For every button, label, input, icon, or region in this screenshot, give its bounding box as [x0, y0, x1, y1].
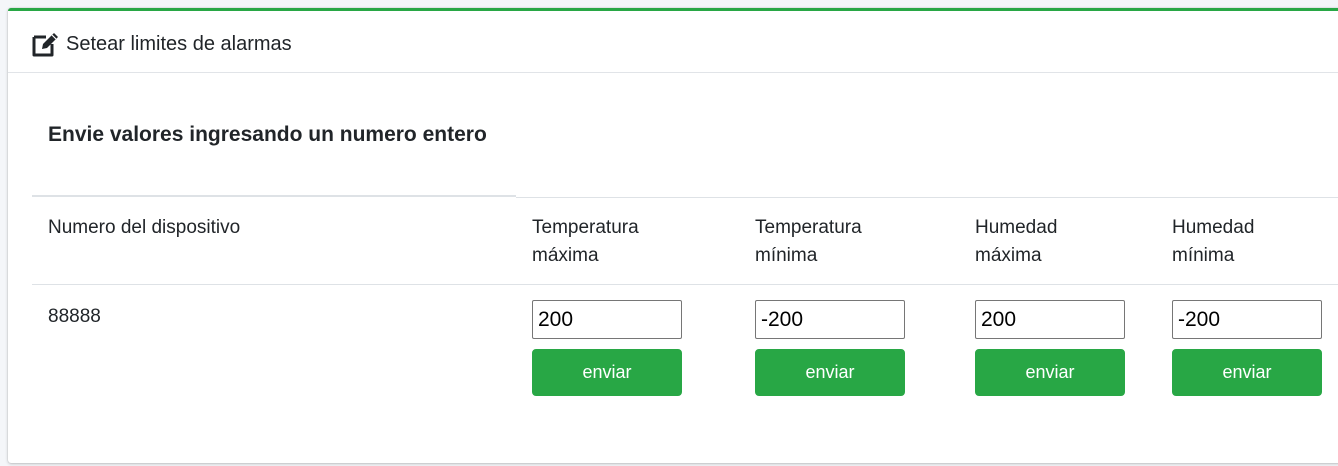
form-heading: Envie valores ingresando un numero enter… [48, 123, 487, 146]
device-number: 88888 [48, 306, 101, 327]
column-header-temp-max: Temperatura máxima [532, 217, 639, 266]
hum-max-input[interactable] [975, 300, 1125, 339]
temp-max-input[interactable] [532, 300, 682, 339]
send-temp-max-button[interactable]: enviar [532, 349, 682, 396]
temp-min-input[interactable] [755, 300, 905, 339]
card-header: Setear limites de alarmas [8, 11, 1338, 73]
column-header-temp-min: Temperatura mínima [755, 217, 862, 266]
card-title: Setear limites de alarmas [66, 33, 292, 55]
send-hum-min-button[interactable]: enviar [1172, 349, 1322, 396]
column-header-hum-max: Humedad máxima [975, 217, 1058, 266]
hum-min-input[interactable] [1172, 300, 1322, 339]
edit-icon [32, 33, 58, 57]
column-header-hum-min: Humedad mínima [1172, 217, 1255, 266]
divider [32, 284, 1338, 285]
column-header-device: Numero del dispositivo [48, 217, 241, 238]
send-temp-min-button[interactable]: enviar [755, 349, 905, 396]
divider [516, 197, 1338, 198]
divider [32, 195, 516, 197]
send-hum-max-button[interactable]: enviar [975, 349, 1125, 396]
alarm-limits-card: Setear limites de alarmas Envie valores … [8, 8, 1338, 463]
